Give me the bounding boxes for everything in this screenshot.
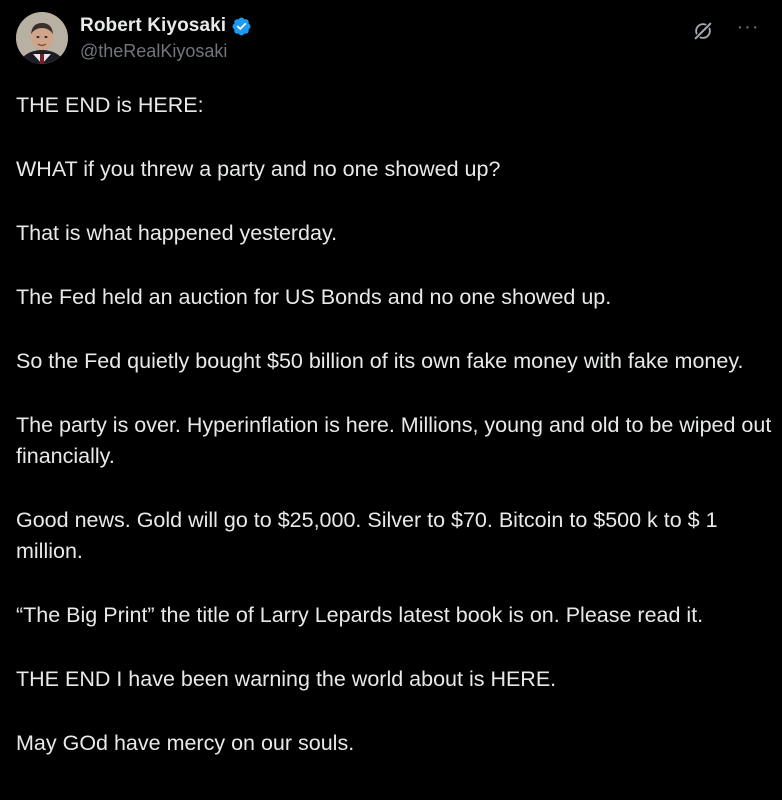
display-name[interactable]: Robert Kiyosaki — [80, 15, 226, 37]
avatar[interactable] — [16, 12, 68, 64]
handle[interactable]: @theRealKiyosaki — [80, 41, 252, 62]
tweet-paragraph: So the Fed quietly bought $50 billion of… — [16, 349, 744, 373]
tweet-paragraph: Good news. Gold will go to $25,000. Silv… — [16, 508, 718, 563]
tweet-paragraph: “The Big Print” the title of Larry Lepar… — [16, 603, 704, 627]
tweet-paragraph: The Fed held an auction for US Bonds and… — [16, 285, 612, 309]
tweet-paragraph: THE END is HERE: — [16, 93, 204, 117]
tweet-paragraph: That is what happened yesterday. — [16, 221, 338, 245]
grok-icon[interactable] — [692, 20, 714, 42]
tweet-header: Robert Kiyosaki @theRealKiyosaki ··· — [16, 12, 766, 68]
display-name-row: Robert Kiyosaki — [80, 14, 252, 38]
author-names: Robert Kiyosaki @theRealKiyosaki — [80, 14, 252, 62]
more-options-icon[interactable]: ··· — [732, 16, 764, 44]
tweet-paragraph: WHAT if you threw a party and no one sho… — [16, 157, 501, 181]
tweet-paragraph: THE END I have been warning the world ab… — [16, 667, 557, 691]
tweet-text: THE END is HERE: WHAT if you threw a par… — [16, 90, 776, 792]
profile-photo — [16, 12, 68, 64]
tweet: Robert Kiyosaki @theRealKiyosaki ··· THE… — [0, 0, 782, 800]
tweet-paragraph: The party is over. Hyperinflation is her… — [16, 413, 772, 468]
tweet-paragraph: May GOd have mercy on our souls. — [16, 731, 355, 755]
verified-badge-icon — [231, 16, 252, 37]
